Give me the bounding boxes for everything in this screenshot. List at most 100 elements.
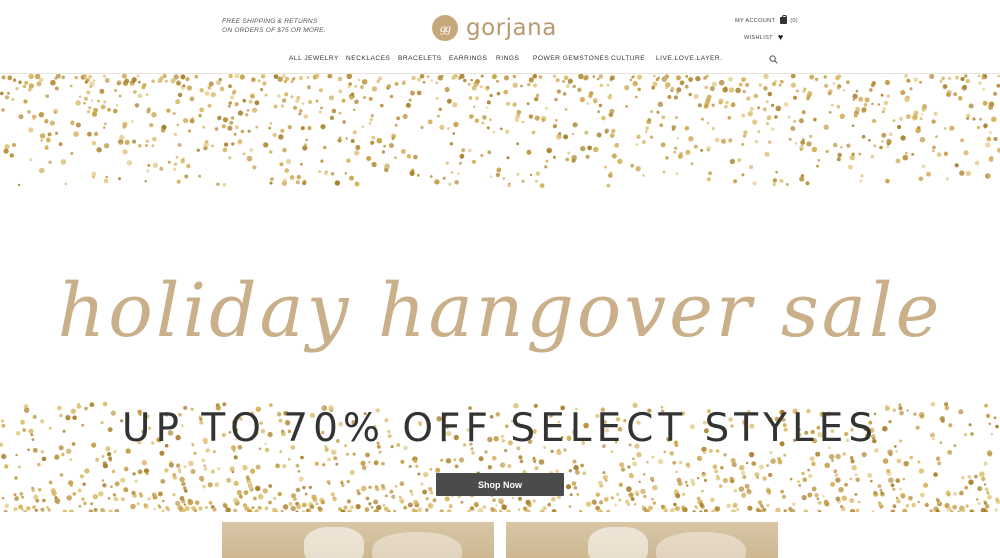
confetti-dot bbox=[690, 162, 694, 165]
confetti-dot bbox=[835, 477, 841, 483]
confetti-dot bbox=[183, 465, 187, 469]
confetti-dot bbox=[816, 509, 820, 512]
confetti-dot bbox=[801, 471, 805, 476]
confetti-dot bbox=[100, 507, 104, 512]
nav-item-all-jewelry[interactable]: ALL JEWELRY bbox=[289, 55, 339, 62]
confetti-dot bbox=[143, 468, 150, 474]
confetti-dot bbox=[384, 163, 390, 169]
confetti-dot bbox=[196, 148, 200, 152]
nav-item-live-love-layer[interactable]: LIVE.LOVE.LAYER. bbox=[656, 55, 723, 62]
confetti-dot bbox=[391, 494, 396, 499]
confetti-dot bbox=[281, 98, 287, 103]
confetti-dot bbox=[106, 451, 112, 457]
confetti-dot bbox=[386, 84, 392, 89]
nav-item-culture[interactable]: CULTURE bbox=[611, 55, 645, 62]
confetti-dot bbox=[947, 493, 951, 497]
product-tile-image[interactable] bbox=[222, 522, 494, 558]
confetti-dot bbox=[75, 122, 81, 128]
promo-line-1: FREE SHIPPING & RETURNS bbox=[222, 18, 318, 25]
heart-icon[interactable]: ♥ bbox=[778, 33, 784, 42]
product-tile-image[interactable] bbox=[506, 522, 778, 558]
confetti-dot bbox=[672, 461, 676, 465]
confetti-dot bbox=[994, 508, 998, 512]
confetti-dot bbox=[346, 479, 351, 484]
nav-item-bracelets[interactable]: BRACELETS bbox=[398, 55, 442, 62]
confetti-dot bbox=[676, 137, 680, 140]
confetti-dot bbox=[836, 86, 841, 90]
confetti-dot bbox=[299, 109, 303, 113]
search-icon[interactable] bbox=[769, 55, 778, 64]
nav-item-earrings[interactable]: EARRINGS bbox=[449, 55, 487, 62]
confetti-dot bbox=[129, 82, 134, 87]
confetti-dot bbox=[790, 82, 797, 88]
confetti-dot bbox=[984, 504, 990, 509]
confetti-dot bbox=[892, 487, 896, 491]
bag-count[interactable]: (0) bbox=[790, 18, 798, 24]
confetti-dot bbox=[255, 486, 261, 492]
confetti-dot bbox=[896, 458, 902, 464]
confetti-dot bbox=[151, 112, 157, 118]
shopping-bag-icon[interactable] bbox=[780, 15, 788, 24]
nav-item-power-gemstones[interactable]: POWER GEMSTONES bbox=[533, 55, 609, 62]
confetti-dot bbox=[503, 89, 509, 95]
shop-now-button[interactable]: Shop Now bbox=[436, 473, 564, 496]
confetti-dot bbox=[114, 508, 120, 512]
confetti-dot bbox=[921, 107, 926, 112]
confetti-dot bbox=[520, 84, 523, 88]
confetti-dot bbox=[844, 482, 848, 487]
confetti-dot bbox=[550, 496, 556, 502]
confetti-dot bbox=[909, 87, 913, 91]
confetti-dot bbox=[232, 89, 237, 94]
confetti-dot bbox=[47, 132, 52, 137]
confetti-dot bbox=[458, 77, 461, 80]
confetti-dot bbox=[565, 484, 572, 490]
confetti-dot bbox=[725, 101, 729, 105]
confetti-dot bbox=[341, 98, 346, 103]
confetti-dot bbox=[428, 487, 433, 492]
confetti-dot bbox=[842, 89, 846, 92]
confetti-dot bbox=[714, 137, 720, 143]
confetti-dot bbox=[516, 109, 522, 115]
confetti-dot bbox=[603, 165, 607, 169]
shipping-promo: FREE SHIPPING & RETURNS ON ORDERS OF $75… bbox=[222, 18, 326, 35]
wishlist-link[interactable]: WISHLIST ♥ bbox=[744, 33, 783, 42]
confetti-dot bbox=[346, 74, 353, 80]
site-logo[interactable]: gg gorjana bbox=[432, 13, 557, 43]
confetti-dot bbox=[214, 482, 220, 488]
confetti-dot bbox=[450, 171, 454, 174]
hero-banner[interactable]: holiday hangover sale UP TO 70% OFF SELE… bbox=[0, 74, 1000, 512]
confetti-dot bbox=[728, 87, 735, 93]
nav-item-necklaces[interactable]: NECKLACES bbox=[346, 55, 390, 62]
confetti-dot bbox=[349, 505, 355, 510]
confetti-dot bbox=[633, 503, 637, 506]
confetti-dot bbox=[457, 172, 460, 175]
account-label[interactable]: MY ACCOUNT bbox=[735, 18, 775, 24]
wishlist-label[interactable]: WISHLIST bbox=[744, 35, 773, 41]
confetti-dot bbox=[89, 85, 92, 88]
confetti-dot bbox=[345, 137, 349, 140]
confetti-dot bbox=[0, 91, 4, 96]
confetti-dot bbox=[849, 455, 854, 460]
confetti-dot bbox=[580, 145, 586, 152]
confetti-dot bbox=[674, 115, 679, 120]
confetti-dot bbox=[492, 498, 496, 502]
account-link[interactable]: MY ACCOUNT (0) bbox=[735, 15, 798, 24]
confetti-dot bbox=[474, 503, 479, 508]
confetti-dot bbox=[389, 94, 394, 99]
confetti-dot bbox=[474, 118, 480, 123]
confetti-dot bbox=[583, 74, 590, 80]
confetti-dot bbox=[306, 508, 310, 512]
confetti-dot bbox=[629, 78, 632, 82]
confetti-dot bbox=[338, 89, 343, 94]
confetti-dot bbox=[807, 91, 813, 97]
confetti-dot bbox=[384, 507, 389, 512]
confetti-dot bbox=[315, 502, 319, 506]
confetti-dot bbox=[728, 76, 733, 82]
confetti-dot bbox=[69, 509, 74, 512]
nav-item-rings[interactable]: RINGS bbox=[496, 55, 519, 62]
confetti-dot bbox=[141, 460, 147, 466]
confetti-dot bbox=[714, 469, 719, 474]
confetti-dot bbox=[216, 182, 220, 186]
confetti-dot bbox=[229, 466, 235, 472]
confetti-dot bbox=[360, 485, 367, 492]
